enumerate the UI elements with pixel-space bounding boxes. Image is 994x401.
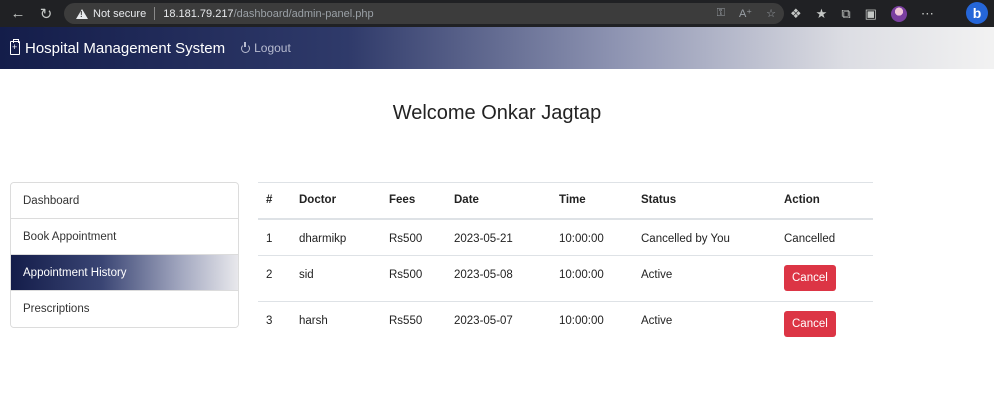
action-cell: Cancel (776, 255, 873, 302)
action-status-text: Cancelled (776, 218, 873, 256)
sidebar-item-dashboard[interactable]: Dashboard (11, 183, 238, 219)
time-value: 10:00:00 (551, 218, 633, 256)
brand-title: Hospital Management System (25, 39, 226, 57)
column-header-number: # (258, 182, 291, 220)
appointment-table: # Doctor Fees Date Time Status Action 1 … (258, 182, 873, 348)
browser-toolbar: ← ↻ Not secure 18.181.79.217/dashboard/a… (0, 0, 994, 27)
doctor-name: harsh (291, 301, 381, 348)
doctor-name: dharmikp (291, 218, 381, 256)
brand-link[interactable]: Hospital Management System (10, 39, 226, 57)
column-header-doctor: Doctor (291, 182, 381, 220)
url-host: 18.181.79.217 (163, 7, 234, 20)
cancel-button[interactable]: Cancel (784, 265, 836, 291)
table-row: 2 sid Rs500 2023-05-08 10:00:00 Active C… (258, 255, 873, 302)
warning-icon (76, 8, 88, 19)
time-value: 10:00:00 (551, 255, 633, 302)
date-value: 2023-05-21 (446, 218, 551, 256)
welcome-heading: Welcome Onkar Jagtap (392, 102, 602, 124)
column-header-fees: Fees (381, 182, 446, 220)
back-arrow-icon[interactable]: ← (4, 0, 32, 27)
app-navbar: Hospital Management System Logout (0, 27, 994, 69)
sidebar-item-appointment-history[interactable]: Appointment History (11, 255, 238, 291)
row-number: 2 (258, 255, 291, 302)
column-header-action: Action (776, 182, 873, 220)
table-header-row: # Doctor Fees Date Time Status Action (258, 182, 873, 220)
logout-link[interactable]: Logout (241, 41, 291, 55)
sidebar-item-book-appointment[interactable]: Book Appointment (11, 219, 238, 255)
profile-avatar[interactable] (890, 5, 907, 22)
power-icon (241, 41, 251, 53)
column-header-date: Date (446, 182, 551, 220)
action-cell: Cancel (776, 301, 873, 348)
fees-value: Rs500 (381, 218, 446, 256)
column-header-time: Time (551, 182, 633, 220)
security-label[interactable]: Not secure (93, 8, 146, 20)
bing-icon[interactable]: b (966, 2, 988, 24)
table-row: 3 harsh Rs550 2023-05-07 10:00:00 Active… (258, 301, 873, 348)
favorites-icon[interactable]: ★ (816, 6, 828, 22)
sidebar-item-prescriptions[interactable]: Prescriptions (11, 291, 238, 327)
date-value: 2023-05-08 (446, 255, 551, 302)
row-number: 3 (258, 301, 291, 348)
read-aloud-icon[interactable]: A⁺ (739, 7, 752, 20)
status-value: Active (633, 255, 776, 302)
more-menu-icon[interactable]: ⋯ (921, 6, 934, 22)
clipboard-medical-icon (10, 39, 20, 55)
url-path: /dashboard/admin-panel.php (233, 7, 374, 20)
sidebar-menu: Dashboard Book Appointment Appointment H… (10, 182, 239, 328)
collections-icon[interactable]: ⧉ (841, 6, 850, 22)
doctor-name: sid (291, 255, 381, 302)
table-row: 1 dharmikp Rs500 2023-05-21 10:00:00 Can… (258, 218, 873, 256)
fees-value: Rs500 (381, 255, 446, 302)
key-icon[interactable]: ⚿ (717, 7, 725, 20)
column-header-status: Status (633, 182, 776, 220)
logout-label: Logout (254, 41, 291, 55)
screenshot-icon[interactable]: ▣ (865, 6, 877, 22)
fees-value: Rs550 (381, 301, 446, 348)
cancel-button[interactable]: Cancel (784, 311, 836, 337)
time-value: 10:00:00 (551, 301, 633, 348)
address-divider (154, 7, 156, 20)
status-value: Active (633, 301, 776, 348)
extensions-icon[interactable]: ❖ (790, 6, 802, 22)
favorite-star-icon[interactable]: ☆ (766, 7, 776, 20)
address-bar[interactable]: Not secure 18.181.79.217/dashboard/admin… (64, 3, 784, 24)
row-number: 1 (258, 218, 291, 256)
refresh-icon[interactable]: ↻ (32, 0, 60, 27)
date-value: 2023-05-07 (446, 301, 551, 348)
status-value: Cancelled by You (633, 218, 776, 256)
